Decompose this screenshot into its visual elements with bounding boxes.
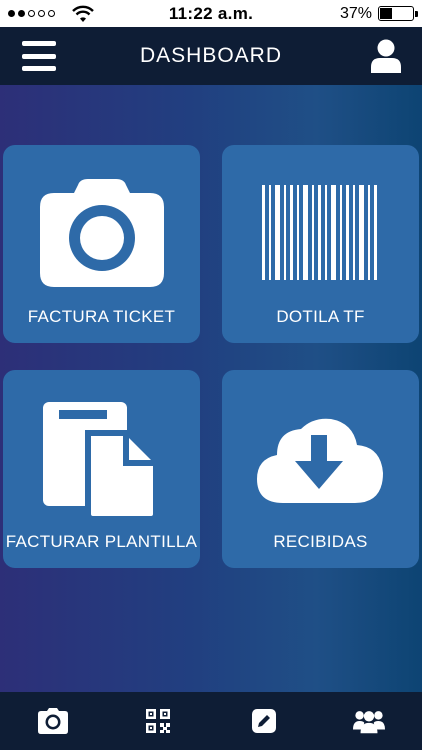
group-icon [353,711,386,734]
dotila-tf-tile[interactable]: DOTILA TF [222,145,419,343]
camera-icon [40,179,164,287]
factura-ticket-tile[interactable]: FACTURA TICKET [3,145,200,343]
signal-strength-icon [8,10,55,17]
documents-icon [43,402,159,522]
nav-edit[interactable] [248,705,280,737]
battery-icon [378,6,418,21]
barcode-icon [262,185,377,280]
page-title: DASHBOARD [139,44,283,67]
status-time: 11:22 a.m. [168,3,254,23]
facturar-plantilla-tile[interactable]: FACTURAR PLANTILLA [3,370,200,568]
battery-percent: 37% [339,4,372,22]
tile-label: RECIBIDAS [273,532,368,551]
recibidas-tile[interactable]: RECIBIDAS [222,370,419,568]
wifi-icon [72,5,94,22]
battery-level [380,8,392,19]
tile-label: DOTILA TF [276,307,365,326]
status-bar: 11:22 a.m. 37% [0,0,422,27]
nav-camera[interactable] [37,705,69,737]
app-header: DASHBOARD [0,27,422,85]
camera-icon [37,708,68,734]
qr-code-icon [146,709,171,733]
cloud-download-icon [257,418,383,503]
edit-icon [251,709,276,733]
dashboard-grid: FACTURA TICKET DOTILA TF FACTURAR PLANTI… [0,85,422,692]
tile-label: FACTURAR PLANTILLA [5,532,198,551]
hamburger-menu-icon[interactable] [22,41,56,71]
nav-qr[interactable] [142,705,174,737]
user-icon[interactable] [370,39,402,73]
tile-label: FACTURA TICKET [27,307,176,326]
bottom-nav [0,692,422,750]
nav-group[interactable] [353,705,386,737]
